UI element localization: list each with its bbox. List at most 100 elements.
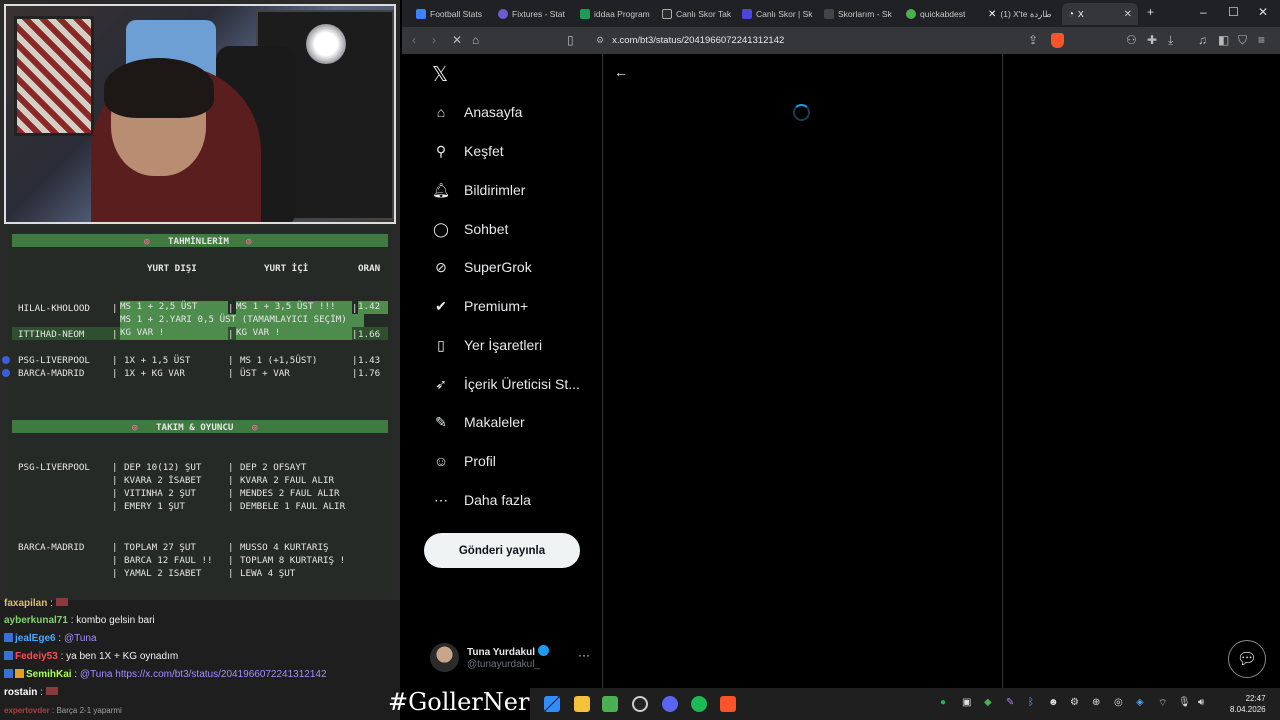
account-switcher[interactable]: Tuna Yurdakul @tunayurdakul_ ···	[430, 642, 590, 672]
target-icon: ◎	[132, 422, 138, 433]
nav-item-premium[interactable]: ✔ Premium+	[432, 293, 528, 319]
browser-tab[interactable]: Canlı Skor | Sk	[736, 3, 816, 25]
browser-tab[interactable]: Fixtures - Stat	[492, 3, 572, 25]
chat-link[interactable]: https://x.com/bt3/status/204196607224131…	[115, 669, 326, 680]
tray-app-icon[interactable]: ◆	[984, 697, 992, 708]
brave-shields-icon[interactable]	[1051, 33, 1064, 48]
chat-message: rostain :	[4, 687, 58, 698]
microphone-icon[interactable]: 🎙︎	[1178, 697, 1191, 708]
bluetooth-icon[interactable]: ᛒ	[1028, 697, 1034, 708]
nav-item-sohbet[interactable]: ◯ Sohbet	[432, 216, 508, 242]
chat-username: Fedeiy53	[15, 651, 58, 662]
tray-app-icon[interactable]: ⊕	[1092, 697, 1100, 708]
tray-app-icon[interactable]: ▣	[962, 697, 971, 708]
minimize-icon[interactable]: –	[1200, 5, 1207, 19]
browser-tab[interactable]: Skorlarım - Sk	[818, 3, 898, 25]
profile-name: Tuna Yurdakul	[467, 645, 549, 658]
sidebar-icon[interactable]: ◧	[1218, 33, 1229, 47]
badge-icon	[4, 633, 13, 642]
bell-icon: 🔔︎	[432, 181, 450, 198]
favicon-icon	[498, 9, 508, 19]
close-window-icon[interactable]: ✕	[1258, 5, 1268, 19]
browser-tab[interactable]: Football Stats	[410, 3, 490, 25]
forward-icon[interactable]: ›	[432, 33, 436, 47]
chat-message: ayberkunal71 : kombo gelsin bari	[4, 615, 155, 626]
badge-icon	[4, 651, 13, 660]
nav-item-supergrok[interactable]: ⊘ SuperGrok	[432, 254, 532, 280]
notepad-icon[interactable]	[602, 696, 618, 712]
browser-tab-active[interactable]: ◔ X ✕	[1062, 3, 1138, 25]
messages-fab-button[interactable]: 💬︎	[1228, 640, 1266, 678]
x-logo-icon[interactable]: 𝕏	[432, 62, 448, 86]
new-tab-icon[interactable]: +	[1147, 5, 1154, 19]
media-icon[interactable]: ♫	[1198, 33, 1207, 47]
stat-right: KVARA 2 FAUL ALIR	[240, 475, 335, 486]
tray-app-icon[interactable]: ✎	[1006, 697, 1014, 708]
obs-icon[interactable]	[632, 696, 648, 712]
x-page: 𝕏 ⌂ Anasayfa ⚲ Keşfet 🔔︎ Bildirimler ◯ Sohbe…	[402, 54, 1280, 688]
browser-tab[interactable]: Canlı Skor Tak	[656, 3, 736, 25]
target-icon: ◎	[246, 236, 252, 247]
col-header-oran: ORAN	[358, 263, 381, 274]
nav-item-bildirimler[interactable]: 🔔︎ Bildirimler	[432, 177, 525, 203]
chat-username: ayberkunal71	[4, 615, 68, 626]
x-favicon-icon: ✕	[988, 8, 997, 20]
nav-item-kesfet[interactable]: ⚲ Keşfet	[432, 138, 504, 164]
target-icon: ◎	[144, 236, 150, 247]
match-name: ITTIHAD-NEOM	[18, 329, 85, 340]
bookmark-icon[interactable]: ▯	[567, 33, 574, 47]
stop-icon[interactable]: ✕	[452, 33, 462, 47]
spotify-icon[interactable]	[691, 696, 707, 712]
vpn-icon[interactable]: ⛉	[1238, 33, 1247, 48]
profile-handle: @tunayurdakul_	[467, 659, 540, 670]
extension-icon[interactable]: ⚇	[1126, 33, 1137, 47]
windows-start-icon[interactable]	[544, 696, 560, 712]
volume-icon[interactable]: 🔊︎	[1198, 697, 1204, 708]
back-arrow-icon[interactable]: ←	[614, 64, 628, 80]
search-icon: ⚲	[435, 142, 447, 159]
pick-yurt-ici: MS 1 (+1,5ÜST)	[240, 355, 318, 366]
spotify-tray-icon[interactable]: ●	[940, 697, 946, 708]
address-bar[interactable]: ⚙ x.com/bt3/status/2041966072241312142	[588, 30, 1068, 51]
nav-item-anasayfa[interactable]: ⌂ Anasayfa	[432, 99, 523, 125]
brave-icon[interactable]	[720, 696, 736, 712]
share-icon[interactable]: ⇪	[1028, 33, 1038, 47]
nav-item-articles[interactable]: ✎ Makaleler	[432, 409, 525, 435]
discord-icon[interactable]	[662, 696, 678, 712]
pick-yurt-disi: MS 1 + 2,5 ÜST	[120, 301, 228, 314]
col-sep: |	[228, 303, 234, 314]
site-info-icon[interactable]: ⚙	[596, 35, 604, 46]
close-tab-icon[interactable]: ✕	[1124, 9, 1132, 20]
chat-username: expertovder	[4, 706, 50, 715]
tray-app-icon[interactable]: ⚙	[1070, 697, 1079, 708]
discord-tray-icon[interactable]: ☻	[1048, 697, 1059, 708]
maximize-icon[interactable]: ☐	[1228, 5, 1239, 19]
nav-item-bookmarks[interactable]: ▯ Yer İşaretleri	[432, 332, 542, 358]
nav-item-profile[interactable]: ☺ Profil	[432, 448, 496, 474]
target-icon: ◎	[252, 422, 258, 433]
nav-item-creator-studio[interactable]: ➶ İçerik Üreticisi St...	[432, 371, 580, 397]
tab-bar: Football Stats Fixtures - Stat iddaa Pro…	[402, 0, 1280, 27]
menu-icon[interactable]: ≡	[1258, 33, 1265, 47]
browser-tab[interactable]: quickabdest	[900, 3, 980, 25]
football-ball	[306, 24, 346, 64]
system-clock[interactable]: 22:47 8.04.2026	[1230, 693, 1266, 715]
browser-tab[interactable]: iddaa Program	[574, 3, 654, 25]
post-button[interactable]: Gönderi yayınla	[424, 533, 580, 568]
odds: 1.43	[358, 355, 381, 366]
home-icon[interactable]: ⌂	[472, 33, 479, 47]
more-dots-icon[interactable]: ···	[578, 648, 590, 662]
back-icon[interactable]: ‹	[412, 33, 416, 47]
puzzle-icon[interactable]: ✚	[1147, 33, 1157, 47]
nav-item-more[interactable]: ⋯ Daha fazla	[432, 487, 531, 513]
favicon-icon	[580, 9, 590, 19]
tray-app-icon[interactable]: ◈	[1136, 697, 1144, 708]
file-explorer-icon[interactable]	[574, 696, 590, 712]
tray-app-icon[interactable]: ◎	[1114, 697, 1123, 708]
download-icon[interactable]: ⤓	[1168, 33, 1173, 48]
chat-text: kombo gelsin bari	[76, 615, 155, 626]
network-icon[interactable]: ⌔	[1158, 697, 1167, 710]
column-divider	[1002, 54, 1003, 688]
browser-tab[interactable]: ✕ (1) X'te ﻃﺎﺭﺩﺓ	[982, 3, 1062, 25]
col-header-yurt-ici: YURT İÇİ	[264, 263, 309, 274]
